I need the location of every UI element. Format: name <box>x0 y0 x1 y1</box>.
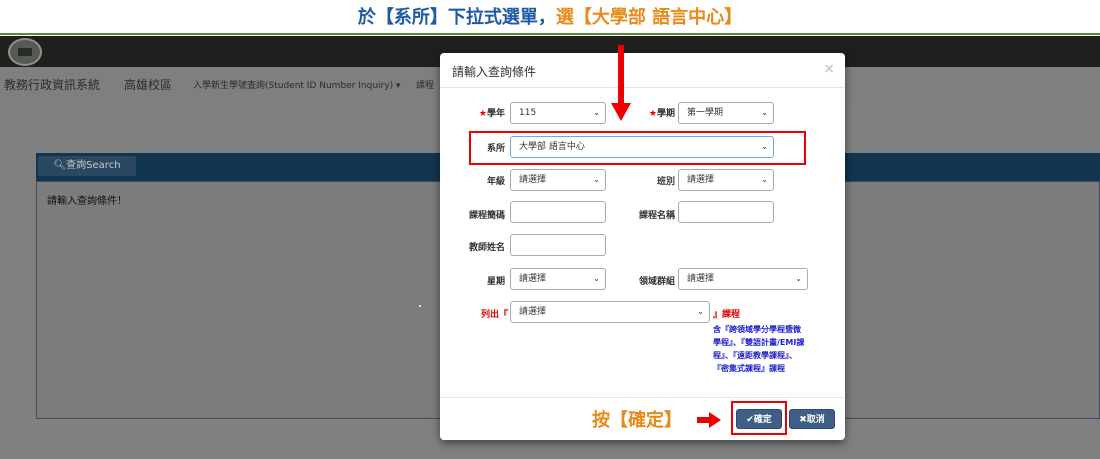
class-label: 班別 <box>656 177 675 187</box>
instruction-banner: 於【系所】下拉式選單，選【大學部 語言中心】 <box>0 0 1100 36</box>
term-select[interactable]: 第一學期 ⌄ <box>678 102 774 124</box>
teacher-input[interactable] <box>510 234 606 256</box>
weekday-label: 星期 <box>486 277 505 287</box>
chevron-down-icon: ⌄ <box>593 108 600 117</box>
panel-message: 請輸入查詢條件！ <box>47 196 127 207</box>
arrow-down-icon <box>611 45 631 121</box>
chevron-down-icon: ⌄ <box>761 175 768 184</box>
grade-select[interactable]: 請選擇 ⌄ <box>510 169 606 191</box>
close-icon[interactable]: × <box>823 61 835 77</box>
teacher-label: 教師姓名 <box>468 243 505 253</box>
chevron-down-icon: ⌄ <box>761 108 768 117</box>
term-label: ★學期 <box>648 109 675 119</box>
weekday-select[interactable]: 請選擇 ⌄ <box>510 268 606 290</box>
banner-divider <box>0 33 1100 35</box>
screen: 教務行政資訊系統 高雄校區 入學新生學號查詢(Student ID Number… <box>0 0 1100 459</box>
school-logo-icon <box>8 38 42 66</box>
year-select[interactable]: 115 ⌄ <box>510 102 606 124</box>
chevron-down-icon: ⌄ <box>761 142 768 151</box>
modal-header: 請輸入查詢條件 × <box>440 53 845 88</box>
modal-title: 請輸入查詢條件 <box>452 65 537 79</box>
arrow-right-icon <box>697 412 721 428</box>
menu-item-course[interactable]: 課程 <box>416 78 434 91</box>
course-name-label: 課程名稱 <box>638 211 675 221</box>
dept-select[interactable]: 大學部 語言中心 ⌄ <box>510 136 774 158</box>
cancel-button[interactable]: ✖取消 <box>789 409 835 429</box>
list-label: 列出『 <box>480 310 508 320</box>
stray-dot <box>419 305 421 307</box>
course-code-label: 課程簡碼 <box>468 211 505 221</box>
search-tab-label: 查詢Search <box>66 160 121 171</box>
list-select[interactable]: 請選擇 ⌄ <box>510 301 710 323</box>
chevron-down-icon: ⌄ <box>795 274 802 283</box>
dept-label: 系所 <box>486 144 505 154</box>
class-select[interactable]: 請選擇 ⌄ <box>678 169 774 191</box>
course-code-input[interactable] <box>510 201 606 223</box>
search-tab[interactable]: 🔍︎查詢Search <box>38 156 136 176</box>
menu-item-system[interactable]: 教務行政資訊系統 <box>4 76 100 93</box>
instruction-part1: 於【系所】下拉式選單， <box>357 7 556 28</box>
ok-button[interactable]: ✔確定 <box>736 409 782 429</box>
chevron-down-icon: ⌄ <box>593 175 600 184</box>
chevron-down-icon: ⌄ <box>697 307 704 316</box>
grade-label: 年級 <box>486 177 505 187</box>
list-hint: 含『跨領域學分學程暨微 學程』、『雙語計畫/EMI課 程』、『遠距教學課程』、 … <box>713 325 805 373</box>
search-icon: 🔍︎ <box>53 160 67 171</box>
instruction-part2: 選【大學部 語言中心】 <box>555 7 743 28</box>
domain-label: 領域群組 <box>638 277 675 287</box>
year-label: ★學年 <box>478 109 505 119</box>
query-modal: 請輸入查詢條件 × ★學年 115 ⌄ ★學期 第一學期 ⌄ 系所 大學部 語言中心… <box>440 53 845 440</box>
list-suffix: 』課程 <box>713 310 741 320</box>
menu-item-student-id-inquiry[interactable]: 入學新生學號查詢(Student ID Number Inquiry) ▾ <box>193 78 400 91</box>
course-name-input[interactable] <box>678 201 774 223</box>
press-ok-annotation: 按【確定】 <box>592 410 682 431</box>
menu-item-campus[interactable]: 高雄校區 <box>124 76 172 93</box>
domain-select[interactable]: 請選擇 ⌄ <box>678 268 808 290</box>
chevron-down-icon: ⌄ <box>593 274 600 283</box>
